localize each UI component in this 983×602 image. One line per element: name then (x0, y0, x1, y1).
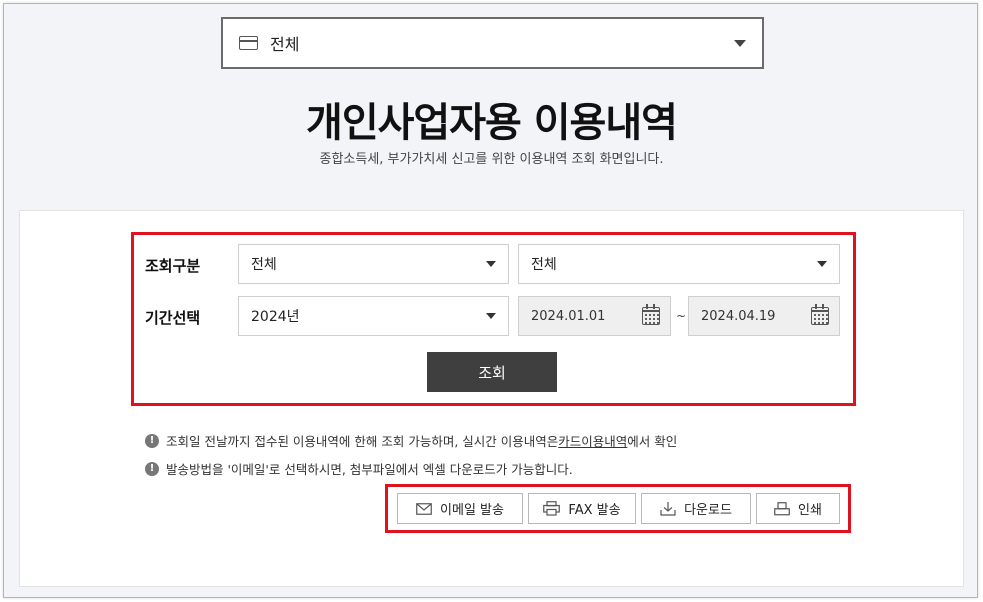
start-date-input[interactable]: 2024.01.01 (518, 296, 671, 336)
start-date-value: 2024.01.01 (531, 308, 606, 324)
card-selector-dropdown[interactable]: 전체 (221, 17, 764, 69)
fax-send-button[interactable]: FAX 발송 (528, 493, 636, 524)
search-button[interactable]: 조회 (427, 352, 557, 392)
period-label: 기간선택 (145, 309, 201, 327)
download-button[interactable]: 다운로드 (641, 493, 751, 524)
fax-icon (543, 501, 561, 516)
query-type-select-1[interactable]: 전체 (238, 244, 509, 284)
print-icon (774, 501, 790, 515)
note1-suffix: 에서 확인 (627, 434, 678, 449)
year-select[interactable]: 2024년 (238, 296, 509, 336)
card-selector-value: 전체 (270, 35, 300, 54)
query-type-select-2-value: 전체 (531, 257, 557, 273)
chevron-down-icon (817, 261, 827, 267)
calendar-icon[interactable] (811, 304, 829, 325)
print-label: 인쇄 (798, 503, 822, 518)
note-email: ! 발송방법을 '이메일'로 선택하시면, 첨부파일에서 엑셀 다운로드가 가능… (145, 459, 573, 478)
query-type-select-2[interactable]: 전체 (518, 244, 840, 284)
info-icon: ! (145, 433, 159, 448)
mail-icon (416, 502, 432, 515)
query-type-label: 조회구분 (145, 257, 201, 275)
download-icon (660, 502, 676, 516)
year-select-value: 2024년 (251, 309, 300, 325)
info-icon: ! (145, 461, 159, 476)
card-icon (239, 36, 258, 50)
chevron-down-icon (486, 313, 496, 319)
email-send-label: 이메일 발송 (440, 503, 504, 518)
print-button[interactable]: 인쇄 (756, 493, 840, 524)
chevron-down-icon (734, 39, 746, 47)
page-title: 개인사업자용 이용내역 (306, 100, 678, 146)
end-date-value: 2024.04.19 (701, 308, 776, 324)
note-realtime: ! 조회일 전날까지 접수된 이용내역에 한해 조회 가능하며, 실시간 이용내… (145, 431, 677, 450)
end-date-input[interactable]: 2024.04.19 (688, 296, 840, 336)
calendar-icon[interactable] (642, 304, 660, 325)
download-label: 다운로드 (684, 503, 732, 518)
note1-prefix: 조회일 전날까지 접수된 이용내역에 한해 조회 가능하며, 실시간 이용내역은 (166, 434, 559, 449)
email-send-button[interactable]: 이메일 발송 (397, 493, 523, 524)
note2-text: 발송방법을 '이메일'로 선택하시면, 첨부파일에서 엑셀 다운로드가 가능합니… (166, 462, 573, 477)
query-type-select-1-value: 전체 (251, 257, 277, 273)
fax-send-label: FAX 발송 (568, 503, 621, 518)
date-separator: ~ (676, 309, 687, 323)
chevron-down-icon (486, 261, 496, 267)
card-usage-link[interactable]: 카드이용내역 (558, 431, 627, 450)
page-subtitle: 종합소득세, 부가가치세 신고를 위한 이용내역 조회 화면입니다. (319, 152, 664, 167)
